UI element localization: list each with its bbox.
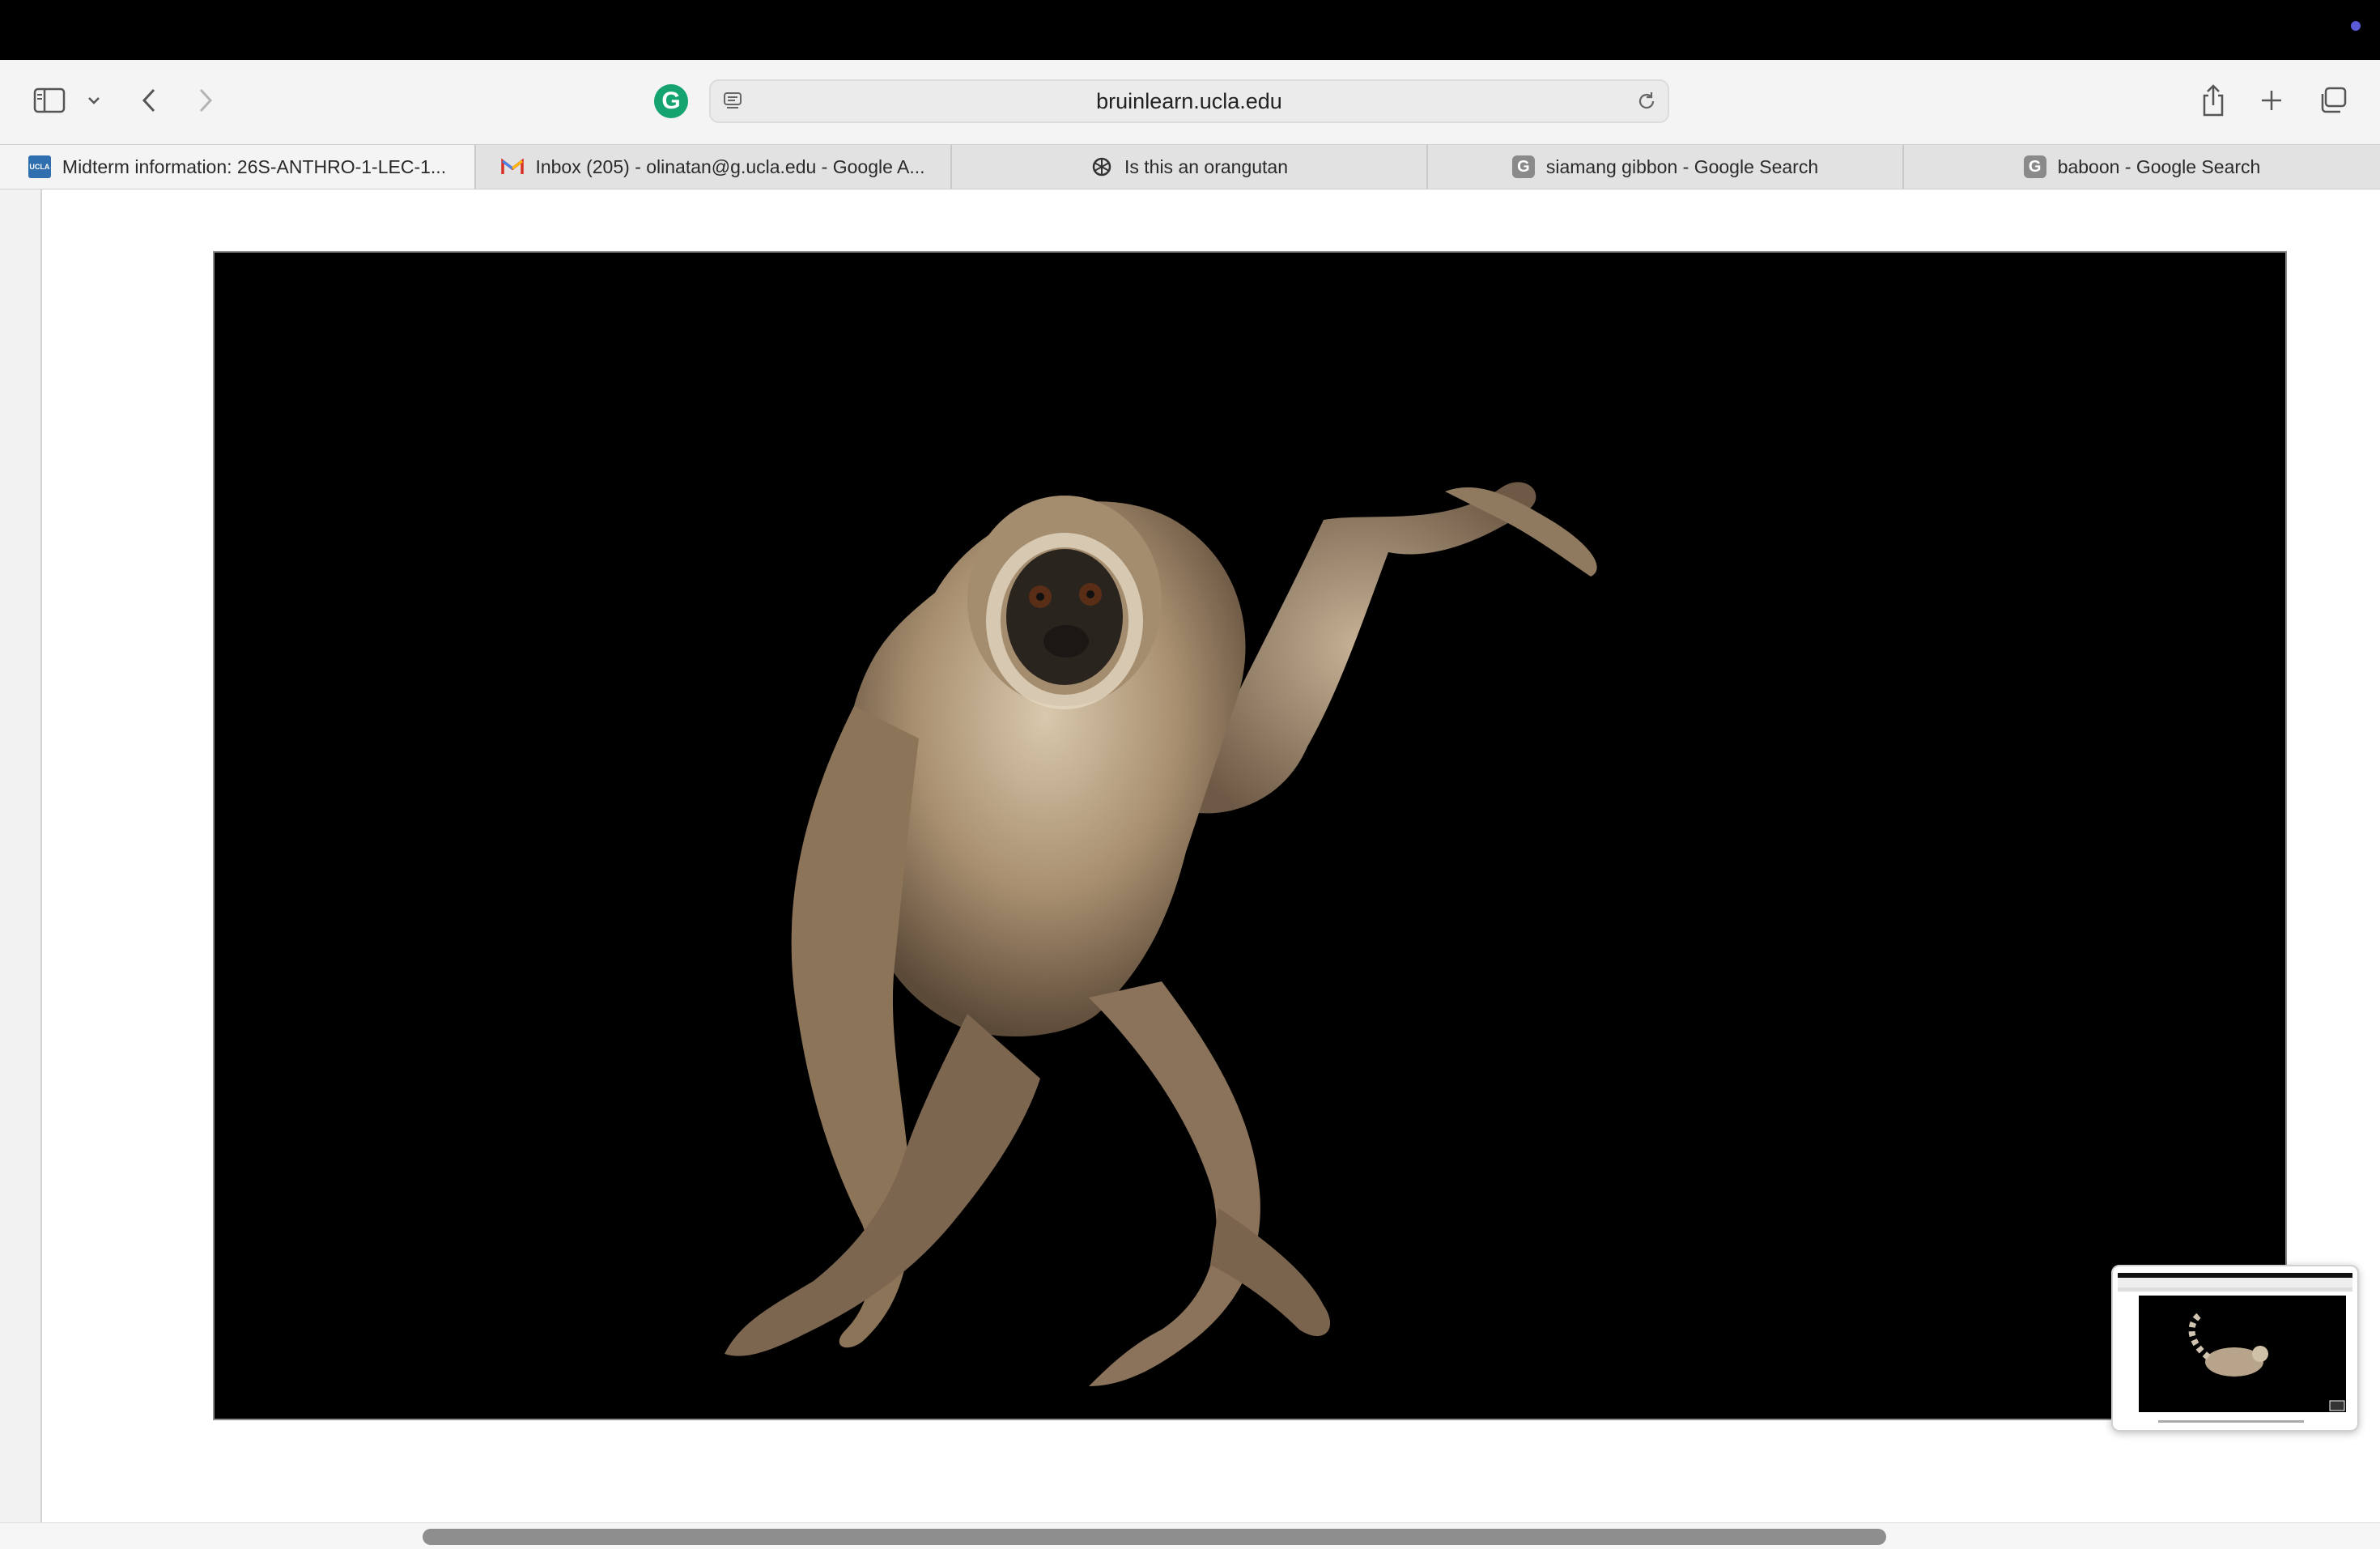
horizontal-scrollbar[interactable]	[0, 1522, 2380, 1549]
url-text: bruinlearn.ucla.edu	[1096, 89, 1282, 113]
tab-label: siamang gibbon - Google Search	[1545, 155, 1819, 177]
reload-icon[interactable]	[1635, 90, 1658, 113]
tab-baboon-search[interactable]: G baboon - Google Search	[1904, 145, 2380, 189]
share-icon[interactable]	[2197, 81, 2229, 120]
left-gutter	[0, 189, 42, 1522]
gmail-icon	[501, 155, 525, 178]
tab-is-this-an-orangutan[interactable]: Is this an orangutan	[952, 145, 1428, 189]
gibbon-photo	[213, 251, 2287, 1420]
tab-siamang-gibbon-search[interactable]: G siamang gibbon - Google Search	[1428, 145, 1904, 189]
address-bar[interactable]: bruinlearn.ucla.edu	[709, 79, 1669, 123]
status-dot-icon	[2351, 21, 2361, 31]
tab-label: Is this an orangutan	[1124, 155, 1289, 177]
tab-label: baboon - Google Search	[2057, 155, 2261, 177]
ucla-favicon-icon: UCLA	[28, 155, 51, 178]
google-favicon-icon: G	[2023, 155, 2046, 178]
extension-badge-label: G	[661, 87, 681, 114]
sidebar-icon[interactable]	[31, 84, 68, 117]
screenshot-thumbnail[interactable]	[2111, 1265, 2359, 1432]
tab-midterm-information[interactable]: UCLA Midterm information: 26S-ANTHRO-1-L…	[0, 145, 476, 189]
google-favicon-icon: G	[1511, 155, 1535, 178]
scrollbar-thumb[interactable]	[423, 1529, 1886, 1545]
new-tab-icon[interactable]	[2255, 84, 2288, 117]
browser-toolbar: G bruinlearn.ucla.edu	[0, 60, 2380, 144]
back-icon[interactable]	[133, 83, 165, 118]
chevron-down-icon[interactable]	[84, 91, 104, 110]
tab-overview-icon[interactable]	[2315, 83, 2351, 118]
chatgpt-icon	[1090, 155, 1113, 178]
tab-inbox[interactable]: Inbox (205) - olinatan@g.ucla.edu - Goog…	[476, 145, 952, 189]
tab-label: Inbox (205) - olinatan@g.ucla.edu - Goog…	[535, 155, 925, 177]
tab-bar: UCLA Midterm information: 26S-ANTHRO-1-L…	[0, 144, 2380, 189]
grammarly-extension-icon[interactable]: G	[654, 84, 688, 118]
tab-label: Midterm information: 26S-ANTHRO-1-LEC-1.…	[62, 155, 447, 177]
gibbon-figure	[725, 482, 1597, 1386]
forward-icon[interactable]	[189, 83, 222, 118]
menu-bar	[0, 0, 2380, 60]
